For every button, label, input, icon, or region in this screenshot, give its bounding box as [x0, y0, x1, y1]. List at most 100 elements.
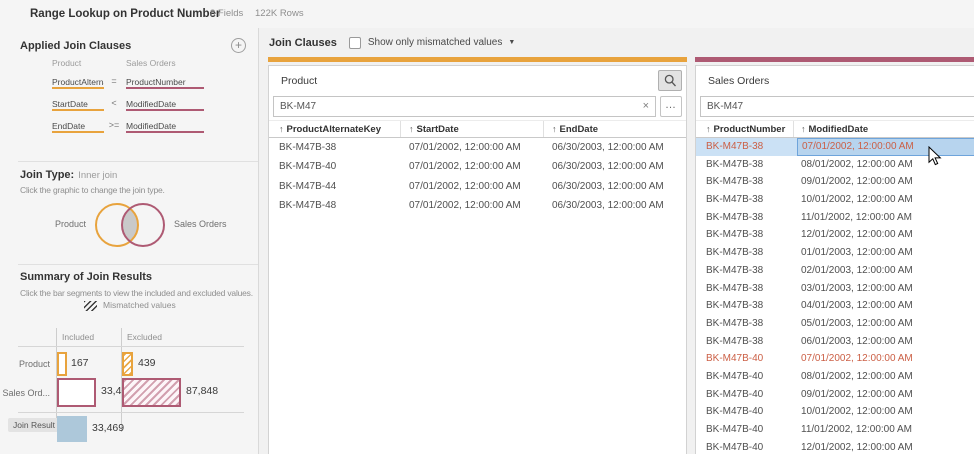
- sales-excluded-bar[interactable]: [122, 378, 181, 407]
- modified-date-cell[interactable]: 08/01/2002, 12:00:00 AM: [801, 368, 913, 386]
- modified-date-cellbox[interactable]: 03/01/2003, 12:00:00 AM: [797, 280, 974, 298]
- add-join-clause-button[interactable]: +: [231, 38, 246, 53]
- table-row[interactable]: BK-M47B-40 12/01/2002, 12:00:00 AM: [696, 439, 974, 454]
- table-row[interactable]: BK-M47B-40 07/01/2002, 12:00:00 AM: [696, 350, 974, 368]
- table-row[interactable]: BK-M47B-48 07/01/2002, 12:00:00 AM 06/30…: [269, 196, 686, 215]
- product-search-input[interactable]: [273, 96, 656, 117]
- modified-date-cell[interactable]: 09/01/2002, 12:00:00 AM: [801, 173, 913, 191]
- modified-date-cellbox[interactable]: 05/01/2003, 12:00:00 AM: [797, 315, 974, 333]
- product-alternate-key-cell[interactable]: BK-M47B-44: [279, 177, 336, 196]
- modified-date-cellbox[interactable]: 09/01/2002, 12:00:00 AM: [797, 173, 974, 191]
- start-date-cell[interactable]: 07/01/2002, 12:00:00 AM: [409, 138, 521, 157]
- product-number-cell[interactable]: BK-M47B-38: [706, 244, 763, 262]
- product-number-cell[interactable]: BK-M47B-38: [706, 280, 763, 298]
- table-row[interactable]: BK-M47B-40 07/01/2002, 12:00:00 AM 06/30…: [269, 157, 686, 176]
- end-date-cell[interactable]: 06/30/2003, 12:00:00 AM: [552, 177, 664, 196]
- show-mismatched-checkbox[interactable]: [349, 37, 361, 49]
- modified-date-cell[interactable]: 10/01/2002, 12:00:00 AM: [801, 191, 913, 209]
- table-row[interactable]: BK-M47B-38 12/01/2002, 12:00:00 AM: [696, 226, 974, 244]
- modified-date-cellbox[interactable]: 01/01/2003, 12:00:00 AM: [797, 244, 974, 262]
- end-date-cell[interactable]: 06/30/2003, 12:00:00 AM: [552, 138, 664, 157]
- modified-date-cellbox[interactable]: 11/01/2002, 12:00:00 AM: [797, 209, 974, 227]
- column-header[interactable]: ↑EndDate: [552, 121, 598, 138]
- column-header[interactable]: ↑StartDate: [409, 121, 459, 138]
- modified-date-cellbox[interactable]: 10/01/2002, 12:00:00 AM: [797, 403, 974, 421]
- product-number-cell[interactable]: BK-M47B-40: [706, 403, 763, 421]
- product-number-cell[interactable]: BK-M47B-38: [706, 156, 763, 174]
- start-date-cell[interactable]: 07/01/2002, 12:00:00 AM: [409, 196, 521, 215]
- product-number-cell[interactable]: BK-M47B-40: [706, 386, 763, 404]
- modified-date-cellbox[interactable]: 09/01/2002, 12:00:00 AM: [797, 386, 974, 404]
- product-number-cell[interactable]: BK-M47B-38: [706, 191, 763, 209]
- right-field[interactable]: ModifiedDate: [126, 96, 204, 111]
- sales-included-bar[interactable]: [57, 378, 96, 407]
- table-row[interactable]: BK-M47B-38 04/01/2003, 12:00:00 AM: [696, 297, 974, 315]
- modified-date-cell[interactable]: 07/01/2002, 12:00:00 AM: [802, 139, 914, 155]
- join-operator[interactable]: >=: [104, 120, 124, 130]
- modified-date-cellbox[interactable]: 07/01/2002, 12:00:00 AM: [797, 350, 974, 368]
- table-row[interactable]: BK-M47B-40 09/01/2002, 12:00:00 AM: [696, 386, 974, 404]
- product-number-cell[interactable]: BK-M47B-40: [706, 368, 763, 386]
- right-field[interactable]: ProductNumber: [126, 74, 204, 89]
- left-field[interactable]: EndDate: [52, 118, 104, 133]
- product-number-cell[interactable]: BK-M47B-38: [706, 297, 763, 315]
- table-row[interactable]: BK-M47B-38 09/01/2002, 12:00:00 AM: [696, 173, 974, 191]
- modified-date-cell[interactable]: 11/01/2002, 12:00:00 AM: [801, 421, 912, 439]
- column-header[interactable]: ↑ProductNumber: [706, 121, 785, 138]
- join-operator[interactable]: <: [104, 98, 124, 108]
- table-row[interactable]: BK-M47B-40 08/01/2002, 12:00:00 AM: [696, 368, 974, 386]
- modified-date-cell[interactable]: 08/01/2002, 12:00:00 AM: [801, 156, 913, 174]
- modified-date-cell[interactable]: 04/01/2003, 12:00:00 AM: [801, 297, 913, 315]
- product-number-cell[interactable]: BK-M47B-40: [706, 421, 763, 439]
- more-options-button[interactable]: …: [660, 96, 682, 117]
- modified-date-cell[interactable]: 06/01/2003, 12:00:00 AM: [801, 333, 913, 351]
- product-alternate-key-cell[interactable]: BK-M47B-40: [279, 157, 336, 176]
- table-row[interactable]: BK-M47B-38 05/01/2003, 12:00:00 AM: [696, 315, 974, 333]
- product-number-cell[interactable]: BK-M47B-38: [706, 226, 763, 244]
- table-row[interactable]: BK-M47B-40 10/01/2002, 12:00:00 AM: [696, 403, 974, 421]
- join-operator[interactable]: =: [104, 76, 124, 86]
- modified-date-cell[interactable]: 10/01/2002, 12:00:00 AM: [801, 403, 913, 421]
- product-included-bar[interactable]: [57, 352, 67, 376]
- left-field[interactable]: ProductAlternateK: [52, 74, 104, 89]
- right-field[interactable]: ModifiedDate: [126, 118, 204, 133]
- product-excluded-bar[interactable]: [122, 352, 133, 376]
- product-number-cell[interactable]: BK-M47B-40: [706, 350, 763, 368]
- table-row[interactable]: BK-M47B-44 07/01/2002, 12:00:00 AM 06/30…: [269, 177, 686, 196]
- start-date-cell[interactable]: 07/01/2002, 12:00:00 AM: [409, 157, 521, 176]
- modified-date-cell[interactable]: 05/01/2003, 12:00:00 AM: [801, 315, 913, 333]
- product-number-cell[interactable]: BK-M47B-40: [706, 439, 763, 454]
- product-alternate-key-cell[interactable]: BK-M47B-48: [279, 196, 336, 215]
- search-toggle-button[interactable]: [658, 70, 682, 91]
- modified-date-cell[interactable]: 03/01/2003, 12:00:00 AM: [801, 280, 913, 298]
- modified-date-cellbox[interactable]: 02/01/2003, 12:00:00 AM: [797, 262, 974, 280]
- table-row[interactable]: BK-M47B-38 03/01/2003, 12:00:00 AM: [696, 280, 974, 298]
- product-number-cell[interactable]: BK-M47B-38: [706, 333, 763, 351]
- table-row[interactable]: BK-M47B-38 10/01/2002, 12:00:00 AM: [696, 191, 974, 209]
- column-header[interactable]: ↑ProductAlternateKey: [279, 121, 381, 138]
- join-result-bar[interactable]: [57, 416, 87, 442]
- modified-date-cell[interactable]: 12/01/2002, 12:00:00 AM: [801, 439, 913, 454]
- modified-date-cell[interactable]: 09/01/2002, 12:00:00 AM: [801, 386, 913, 404]
- modified-date-cellbox[interactable]: 06/01/2003, 12:00:00 AM: [797, 333, 974, 351]
- product-number-cell[interactable]: BK-M47B-38: [706, 315, 763, 333]
- modified-date-cell[interactable]: 07/01/2002, 12:00:00 AM: [801, 350, 913, 368]
- end-date-cell[interactable]: 06/30/2003, 12:00:00 AM: [552, 196, 664, 215]
- modified-date-cellbox[interactable]: 10/01/2002, 12:00:00 AM: [797, 191, 974, 209]
- modified-date-cellbox[interactable]: 11/01/2002, 12:00:00 AM: [797, 421, 974, 439]
- table-row[interactable]: BK-M47B-38 02/01/2003, 12:00:00 AM: [696, 262, 974, 280]
- product-number-cell[interactable]: BK-M47B-38: [706, 262, 763, 280]
- modified-date-cell[interactable]: 02/01/2003, 12:00:00 AM: [801, 262, 913, 280]
- join-venn-diagram[interactable]: Product Sales Orders: [0, 198, 259, 254]
- modified-date-cellbox[interactable]: 08/01/2002, 12:00:00 AM: [797, 368, 974, 386]
- modified-date-cell[interactable]: 01/01/2003, 12:00:00 AM: [801, 244, 913, 262]
- show-mismatched-label[interactable]: Show only mismatched values: [368, 37, 503, 48]
- modified-date-cell[interactable]: 12/01/2002, 12:00:00 AM: [801, 226, 913, 244]
- table-row[interactable]: BK-M47B-38 07/01/2002, 12:00:00 AM 06/30…: [269, 138, 686, 157]
- left-field[interactable]: StartDate: [52, 96, 104, 111]
- column-header[interactable]: ↑ModifiedDate: [801, 121, 868, 138]
- table-row[interactable]: BK-M47B-38 11/01/2002, 12:00:00 AM: [696, 209, 974, 227]
- product-number-cell[interactable]: BK-M47B-38: [706, 209, 763, 227]
- product-number-cell[interactable]: BK-M47B-38: [706, 138, 763, 156]
- modified-date-cellbox[interactable]: 07/01/2002, 12:00:00 AM: [797, 138, 974, 156]
